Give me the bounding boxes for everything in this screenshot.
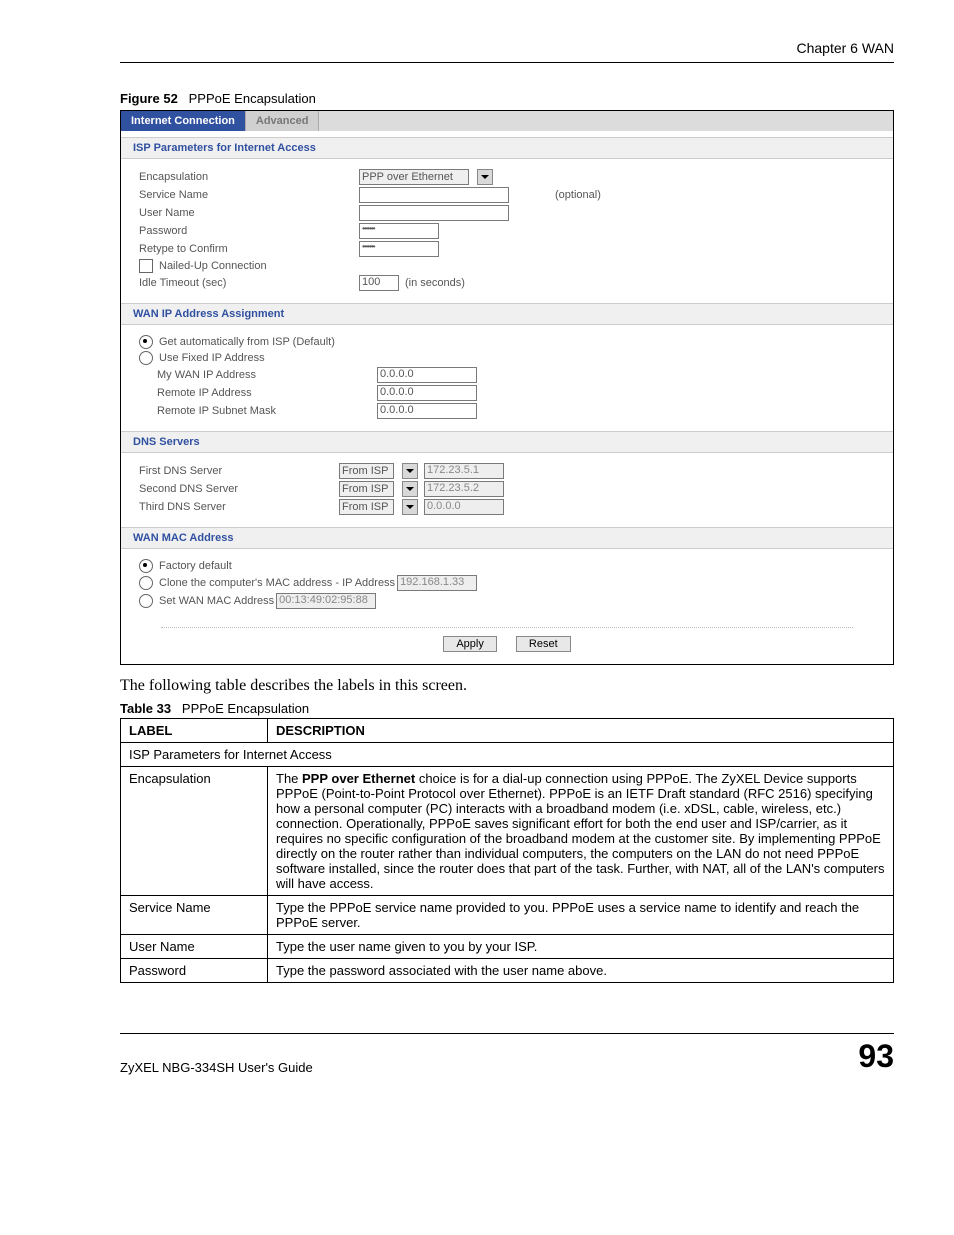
password-input[interactable]: ••••••• — [359, 223, 439, 239]
reset-button[interactable]: Reset — [516, 636, 571, 652]
row-label: Service Name — [121, 896, 268, 935]
service-name-input[interactable] — [359, 187, 509, 203]
table-title: PPPoE Encapsulation — [182, 701, 309, 716]
table-section-cell: ISP Parameters for Internet Access — [121, 743, 894, 767]
figure-caption: Figure 52 PPPoE Encapsulation — [120, 91, 894, 106]
mac-clone-input[interactable]: 192.168.1.33 — [397, 575, 477, 591]
first-dns-select[interactable]: From ISP — [339, 463, 394, 479]
my-wan-label: My WAN IP Address — [139, 369, 377, 381]
row-desc: Type the user name given to you by your … — [268, 935, 894, 959]
screenshot: Internet Connection Advanced ISP Paramet… — [120, 110, 894, 665]
third-dns-input[interactable]: 0.0.0.0 — [424, 499, 504, 515]
footer-guide: ZyXEL NBG-334SH User's Guide — [120, 1060, 313, 1075]
mac-set-radio[interactable] — [139, 594, 153, 608]
idle-timeout-input[interactable]: 100 — [359, 275, 399, 291]
page-header: Chapter 6 WAN — [120, 40, 894, 63]
section-wanip-body: Get automatically from ISP (Default) Use… — [121, 325, 893, 431]
section-isp-header: ISP Parameters for Internet Access — [121, 137, 893, 159]
retype-label: Retype to Confirm — [139, 243, 359, 255]
first-dns-input[interactable]: 172.23.5.1 — [424, 463, 504, 479]
button-row: Apply Reset — [161, 627, 853, 664]
section-dns-body: First DNS Server From ISP 172.23.5.1 Sec… — [121, 453, 893, 527]
row-label: Encapsulation — [121, 767, 268, 896]
remote-subnet-label: Remote IP Subnet Mask — [139, 405, 377, 417]
chapter-title: Chapter 6 WAN — [796, 40, 894, 56]
intro-text: The following table describes the labels… — [120, 677, 894, 695]
figure-title: PPPoE Encapsulation — [189, 91, 316, 106]
user-name-label: User Name — [139, 207, 359, 219]
row-label: Password — [121, 959, 268, 983]
chevron-down-icon[interactable] — [477, 169, 493, 185]
user-name-input[interactable] — [359, 205, 509, 221]
tab-bar: Internet Connection Advanced — [121, 111, 893, 131]
nailed-up-checkbox[interactable] — [139, 259, 153, 273]
my-wan-input[interactable]: 0.0.0.0 — [377, 367, 477, 383]
row-label: User Name — [121, 935, 268, 959]
remote-subnet-input[interactable]: 0.0.0.0 — [377, 403, 477, 419]
encapsulation-select[interactable]: PPP over Ethernet — [359, 169, 469, 185]
table-section-row: ISP Parameters for Internet Access — [121, 743, 894, 767]
password-label: Password — [139, 225, 359, 237]
service-name-hint: (optional) — [555, 189, 601, 201]
section-mac-header: WAN MAC Address — [121, 527, 893, 549]
encapsulation-label: Encapsulation — [139, 171, 359, 183]
section-mac-body: Factory default Clone the computer's MAC… — [121, 549, 893, 621]
section-dns-header: DNS Servers — [121, 431, 893, 453]
th-desc: DESCRIPTION — [268, 719, 894, 743]
mac-clone-label: Clone the computer's MAC address - IP Ad… — [159, 577, 395, 589]
section-isp-body: Encapsulation PPP over Ethernet Service … — [121, 159, 893, 303]
chevron-down-icon[interactable] — [402, 463, 418, 479]
table-row: Password Type the password associated wi… — [121, 959, 894, 983]
retype-input[interactable]: ••••••• — [359, 241, 439, 257]
row-desc: The PPP over Ethernet choice is for a di… — [268, 767, 894, 896]
service-name-label: Service Name — [139, 189, 359, 201]
chevron-down-icon[interactable] — [402, 481, 418, 497]
second-dns-select[interactable]: From ISP — [339, 481, 394, 497]
description-table: LABEL DESCRIPTION ISP Parameters for Int… — [120, 718, 894, 983]
wanip-auto-radio[interactable] — [139, 335, 153, 349]
nailed-up-label: Nailed-Up Connection — [159, 260, 267, 272]
second-dns-label: Second DNS Server — [139, 483, 339, 495]
second-dns-input[interactable]: 172.23.5.2 — [424, 481, 504, 497]
third-dns-label: Third DNS Server — [139, 501, 339, 513]
page-number: 93 — [858, 1038, 894, 1075]
remote-ip-label: Remote IP Address — [139, 387, 377, 399]
wanip-fixed-radio[interactable] — [139, 351, 153, 365]
row-desc: Type the password associated with the us… — [268, 959, 894, 983]
chevron-down-icon[interactable] — [402, 499, 418, 515]
apply-button[interactable]: Apply — [443, 636, 497, 652]
first-dns-label: First DNS Server — [139, 465, 339, 477]
row-desc: Type the PPPoE service name provided to … — [268, 896, 894, 935]
tab-internet-connection[interactable]: Internet Connection — [121, 111, 246, 131]
encapsulation-value: PPP over Ethernet — [362, 171, 453, 183]
section-wanip-header: WAN IP Address Assignment — [121, 303, 893, 325]
table-row: Encapsulation The PPP over Ethernet choi… — [121, 767, 894, 896]
idle-timeout-hint: (in seconds) — [405, 277, 465, 289]
remote-ip-input[interactable]: 0.0.0.0 — [377, 385, 477, 401]
table-header-row: LABEL DESCRIPTION — [121, 719, 894, 743]
figure-number: Figure 52 — [120, 91, 178, 106]
mac-clone-radio[interactable] — [139, 576, 153, 590]
table-row: Service Name Type the PPPoE service name… — [121, 896, 894, 935]
table-row: User Name Type the user name given to yo… — [121, 935, 894, 959]
mac-factory-label: Factory default — [159, 560, 232, 572]
mac-factory-radio[interactable] — [139, 559, 153, 573]
tab-advanced[interactable]: Advanced — [246, 111, 320, 131]
wanip-fixed-label: Use Fixed IP Address — [159, 352, 265, 364]
third-dns-select[interactable]: From ISP — [339, 499, 394, 515]
page-footer: ZyXEL NBG-334SH User's Guide 93 — [120, 1033, 894, 1075]
idle-timeout-label: Idle Timeout (sec) — [139, 277, 359, 289]
wanip-auto-label: Get automatically from ISP (Default) — [159, 336, 335, 348]
th-label: LABEL — [121, 719, 268, 743]
mac-set-label: Set WAN MAC Address — [159, 595, 274, 607]
table-caption: Table 33 PPPoE Encapsulation — [120, 701, 894, 716]
mac-set-input[interactable]: 00:13:49:02:95:88 — [276, 593, 376, 609]
table-number: Table 33 — [120, 701, 171, 716]
